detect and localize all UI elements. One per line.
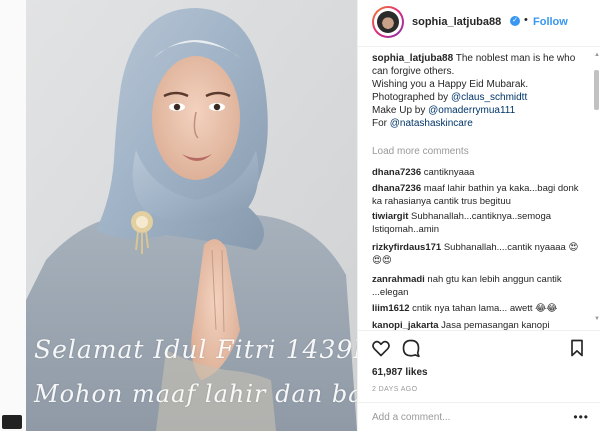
photo-overlay-line2: Mohon maaf lahir dan batin bbox=[34, 380, 357, 408]
comment-item: dhana7236 maaf lahir bathin ya kaka...ba… bbox=[372, 183, 586, 208]
follow-button[interactable]: Follow bbox=[533, 16, 568, 28]
header-separator: • bbox=[524, 14, 528, 26]
comment-item: liim1612 cntik nya tahan lama... awett 😂… bbox=[372, 303, 586, 316]
portrait-illustration bbox=[26, 0, 357, 431]
comment-text: cntik nya tahan lama... awett 😂😂 bbox=[409, 303, 558, 314]
post-header: sophia_latjuba88 ✓ • Follow bbox=[358, 0, 600, 47]
caption-text2: Wishing you a Happy Eid Mubarak. bbox=[372, 79, 529, 90]
comment-item: tiwiargit Subhanallah...cantiknya..semog… bbox=[372, 211, 586, 236]
comment-username[interactable]: tiwiargit bbox=[372, 211, 408, 222]
add-comment-bar: Add a comment... ••• bbox=[358, 402, 600, 432]
comment-username[interactable]: rizkyfirdaus171 bbox=[372, 242, 441, 253]
caption-text4: Make Up by bbox=[372, 105, 429, 116]
photo-overlay-line1: Selamat Idul Fitri 1439H bbox=[34, 335, 357, 364]
comment-item: dhana7236 cantiknyaaa bbox=[372, 167, 586, 180]
post-photo[interactable]: Selamat Idul Fitri 1439H Mohon maaf lahi… bbox=[26, 0, 357, 431]
bookmark-icon[interactable] bbox=[567, 338, 587, 358]
caption-text3: Photographed by bbox=[372, 92, 451, 103]
comments-area: sophia_latjuba88 The noblest man is he w… bbox=[358, 46, 594, 330]
load-more-comments-button[interactable]: Load more comments bbox=[372, 146, 469, 157]
comment-username[interactable]: dhana7236 bbox=[372, 167, 421, 178]
comment-username[interactable]: dhana7236 bbox=[372, 183, 421, 194]
scrollbar-thumb[interactable] bbox=[594, 70, 599, 110]
caption-mention-photographer[interactable]: @claus_schmidtt bbox=[451, 92, 527, 103]
more-options-icon[interactable]: ••• bbox=[573, 410, 589, 424]
comments-scrollbar[interactable]: ▲ ▼ bbox=[594, 52, 600, 322]
scroll-down-arrow-icon[interactable]: ▼ bbox=[594, 316, 600, 322]
add-comment-input[interactable]: Add a comment... bbox=[372, 412, 450, 423]
comment-username[interactable]: zanrahmadi bbox=[372, 274, 425, 285]
comment-text: Jasa pemasangan kanopi bbox=[438, 320, 550, 330]
comment-bubble-icon[interactable] bbox=[401, 338, 421, 358]
comment-text: cantiknyaaa bbox=[421, 167, 475, 178]
comment-item: kanopi_jakarta Jasa pemasangan kanopi bbox=[372, 320, 586, 330]
user-icon[interactable] bbox=[2, 415, 22, 429]
caption-mention-brand[interactable]: @natashaskincare bbox=[390, 118, 473, 129]
post-side-panel: sophia_latjuba88 ✓ • Follow sophia_latju… bbox=[357, 0, 600, 431]
likes-count[interactable]: 61,987 likes bbox=[372, 367, 428, 378]
comment-username[interactable]: kanopi_jakarta bbox=[372, 320, 439, 330]
caption-text5: For bbox=[372, 118, 390, 129]
post-caption: sophia_latjuba88 The noblest man is he w… bbox=[372, 52, 586, 130]
left-edge-strip bbox=[0, 0, 26, 431]
action-bar bbox=[358, 330, 600, 361]
post-timestamp[interactable]: 2 DAYS AGO bbox=[372, 386, 418, 393]
comment-item: zanrahmadi nah gtu kan lebih anggun cant… bbox=[372, 274, 586, 299]
verified-badge-icon: ✓ bbox=[510, 16, 520, 26]
comment-username[interactable]: liim1612 bbox=[372, 303, 410, 314]
header-username[interactable]: sophia_latjuba88 bbox=[412, 16, 501, 28]
caption-username[interactable]: sophia_latjuba88 bbox=[372, 53, 453, 64]
avatar[interactable] bbox=[372, 6, 404, 38]
caption-mention-makeup[interactable]: @omaderrymua111 bbox=[428, 105, 515, 116]
comment-item: rizkyfirdaus171 Subhanallah....cantik ny… bbox=[372, 242, 586, 267]
scroll-up-arrow-icon[interactable]: ▲ bbox=[594, 52, 600, 58]
heart-icon[interactable] bbox=[371, 338, 391, 358]
